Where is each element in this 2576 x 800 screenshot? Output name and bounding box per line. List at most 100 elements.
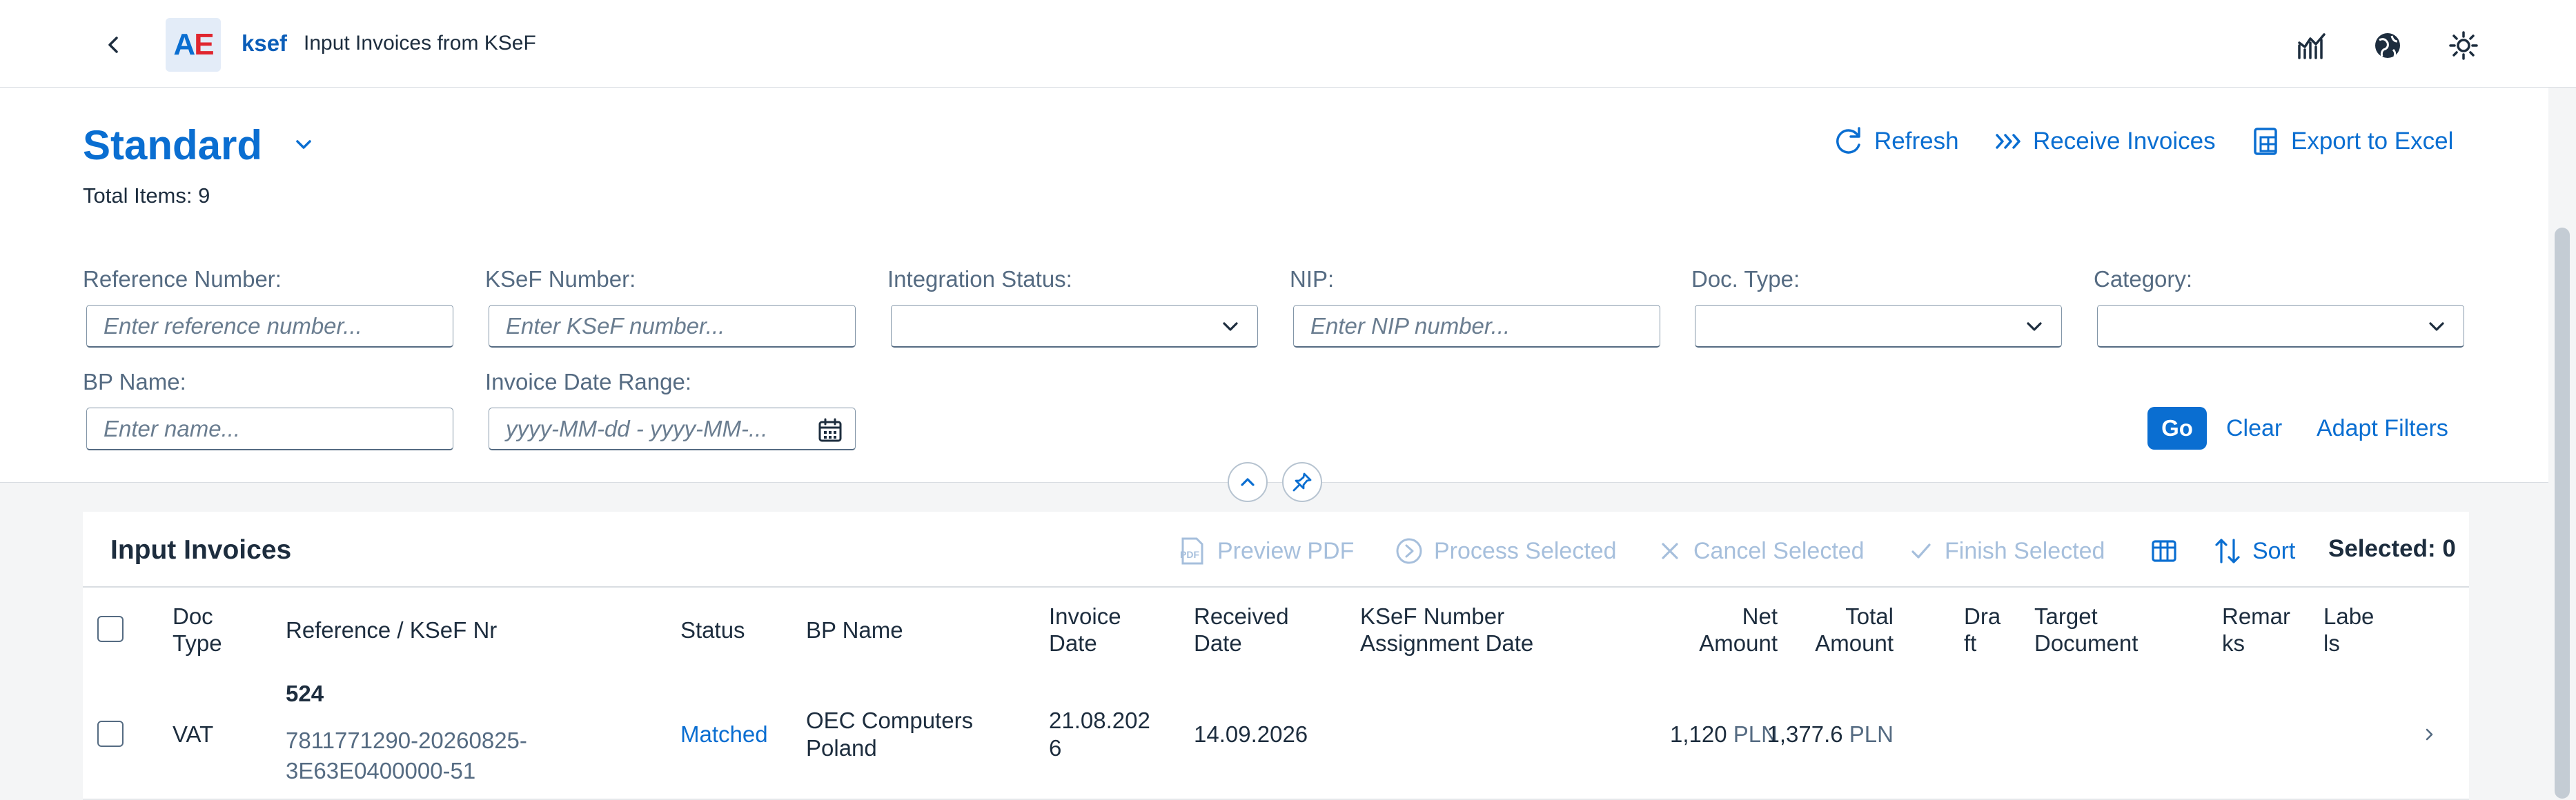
- chevron-right-icon: [2426, 728, 2433, 741]
- invoice-date-range-input[interactable]: yyyy-MM-dd - yyyy-MM-...: [489, 408, 856, 450]
- invoice-date-range-label: Invoice Date Range:: [485, 369, 692, 394]
- row-reference: 524: [286, 681, 324, 706]
- row-ksef-number: 7811771290-20260825- 3E63E0400000-51: [286, 728, 527, 783]
- reference-number-input[interactable]: Enter reference number...: [86, 305, 453, 348]
- row-net-amount: 1,120 PLN: [1670, 721, 1778, 747]
- cancel-selected-label: Cancel Selected: [1693, 537, 1865, 564]
- col-invoice-date[interactable]: Invoice Date: [1049, 603, 1121, 657]
- col-status[interactable]: Status: [680, 617, 745, 643]
- double-chevron-right-icon: [1996, 134, 2021, 149]
- col-received-date[interactable]: Received Date: [1194, 603, 1289, 657]
- table-columns-icon: [2152, 540, 2176, 562]
- ksef-number-label: KSeF Number:: [485, 266, 636, 292]
- row-doc-type: VAT: [173, 721, 214, 747]
- theme-button[interactable]: [2444, 26, 2483, 65]
- export-excel-label: Export to Excel: [2291, 128, 2454, 154]
- refresh-icon: [1836, 127, 1860, 154]
- nip-label: NIP:: [1290, 266, 1335, 292]
- variant-title[interactable]: Standard: [83, 121, 262, 169]
- play-circle-icon: [1396, 538, 1422, 564]
- finish-selected-label: Finish Selected: [1945, 537, 2105, 564]
- language-button[interactable]: [2368, 26, 2407, 65]
- refresh-button[interactable]: Refresh: [1833, 124, 1959, 159]
- process-selected-label: Process Selected: [1434, 537, 1617, 564]
- shell-bar: AE ksef Input Invoices from KSeF: [0, 0, 2576, 88]
- pdf-icon: PDF: [1180, 537, 1203, 565]
- chevron-down-icon: [296, 140, 311, 149]
- go-button[interactable]: Go: [2147, 407, 2207, 450]
- collapse-header-button[interactable]: [1228, 462, 1268, 502]
- cancel-selected-button[interactable]: Cancel Selected: [1656, 534, 1865, 568]
- select-all-checkbox[interactable]: [97, 616, 124, 642]
- chevron-down-icon: [1223, 322, 1238, 331]
- col-target-document[interactable]: Target Document: [2034, 603, 2138, 657]
- app-short-name: ksef: [242, 30, 288, 56]
- row-bp-name: OEC Computers Poland: [806, 708, 974, 761]
- scrollbar-thumb[interactable]: [2555, 228, 2570, 799]
- analytics-button[interactable]: [2292, 26, 2331, 65]
- receive-invoices-label: Receive Invoices: [2033, 128, 2216, 154]
- app-logo[interactable]: AE: [166, 18, 221, 72]
- refresh-label: Refresh: [1874, 128, 1959, 154]
- ksef-number-input[interactable]: Enter KSeF number...: [489, 305, 856, 348]
- back-button[interactable]: [97, 28, 131, 62]
- date-range-placeholder: yyyy-MM-dd - yyyy-MM-...: [506, 415, 768, 441]
- column-settings-button[interactable]: [2149, 534, 2179, 568]
- col-net-amount[interactable]: Net Amount: [1629, 603, 1778, 657]
- total-items: Total Items: 9: [83, 183, 210, 208]
- col-remarks[interactable]: Remar ks: [2222, 603, 2290, 657]
- col-bp-name[interactable]: BP Name: [806, 617, 903, 643]
- chevron-down-icon: [2027, 322, 2042, 331]
- row-invoice-date: 21.08.202 6: [1049, 708, 1150, 761]
- theme-icon: [2449, 31, 2478, 60]
- checkmark-icon: [1911, 543, 1931, 559]
- doc-type-select[interactable]: [1695, 305, 2062, 348]
- integration-status-label: Integration Status:: [887, 266, 1072, 292]
- row-received-date: 14.09.2026: [1194, 721, 1308, 747]
- sort-icon: [2215, 539, 2240, 563]
- export-excel-button[interactable]: Export to Excel: [2251, 124, 2453, 159]
- col-total-amount[interactable]: Total Amount: [1767, 603, 1894, 657]
- sort-button[interactable]: Sort: [2212, 534, 2295, 568]
- pin-icon: [1292, 472, 1312, 492]
- app-title: Input Invoices from KSeF: [304, 32, 536, 54]
- preview-pdf-button[interactable]: PDF Preview PDF: [1177, 534, 1354, 568]
- process-selected-button[interactable]: Process Selected: [1394, 534, 1617, 568]
- clear-button[interactable]: Clear: [2226, 415, 2282, 442]
- adapt-filters-button[interactable]: Adapt Filters: [2317, 415, 2448, 442]
- reference-number-label: Reference Number:: [83, 266, 282, 292]
- receive-invoices-button[interactable]: Receive Invoices: [1994, 124, 2216, 159]
- back-icon: [108, 37, 118, 53]
- doc-type-label: Doc. Type:: [1691, 266, 1800, 292]
- row-status-link[interactable]: Matched: [680, 721, 768, 748]
- integration-status-select[interactable]: [891, 305, 1258, 348]
- chevron-up-icon: [1241, 478, 1255, 486]
- analytics-icon: [2298, 33, 2326, 59]
- row-navigation-button[interactable]: [2419, 723, 2440, 746]
- globe-icon: [2375, 33, 2400, 58]
- col-doc-type[interactable]: Doc Type: [173, 603, 222, 657]
- category-label: Category:: [2094, 266, 2193, 292]
- bp-name-label: BP Name:: [83, 369, 186, 394]
- variant-dropdown-button[interactable]: [290, 131, 317, 159]
- category-select[interactable]: [2097, 305, 2464, 348]
- svg-text:PDF: PDF: [1180, 549, 1199, 560]
- selected-count: Selected: 0: [2328, 535, 2456, 562]
- logo-letter-a: A: [173, 28, 195, 61]
- logo-letter-e: E: [194, 28, 214, 61]
- col-draft[interactable]: Dra ft: [1964, 603, 2000, 657]
- row-total-amount: 1,377.6 PLN: [1767, 721, 1894, 747]
- col-labels[interactable]: Labe ls: [2323, 603, 2374, 657]
- col-reference[interactable]: Reference / KSeF Nr: [286, 617, 497, 643]
- table-title: Input Invoices: [110, 535, 292, 565]
- finish-selected-button[interactable]: Finish Selected: [1907, 534, 2105, 568]
- bp-name-input[interactable]: Enter name...: [86, 408, 453, 450]
- nip-input[interactable]: Enter NIP number...: [1293, 305, 1660, 348]
- col-ksef-assignment-date[interactable]: KSeF Number Assignment Date: [1360, 603, 1533, 657]
- chevron-down-icon: [2429, 322, 2444, 331]
- sort-label: Sort: [2252, 537, 2296, 564]
- row-checkbox[interactable]: [97, 721, 124, 747]
- calendar-icon[interactable]: [818, 418, 843, 443]
- close-icon: [1662, 543, 1678, 559]
- pin-header-button[interactable]: [1282, 462, 1322, 502]
